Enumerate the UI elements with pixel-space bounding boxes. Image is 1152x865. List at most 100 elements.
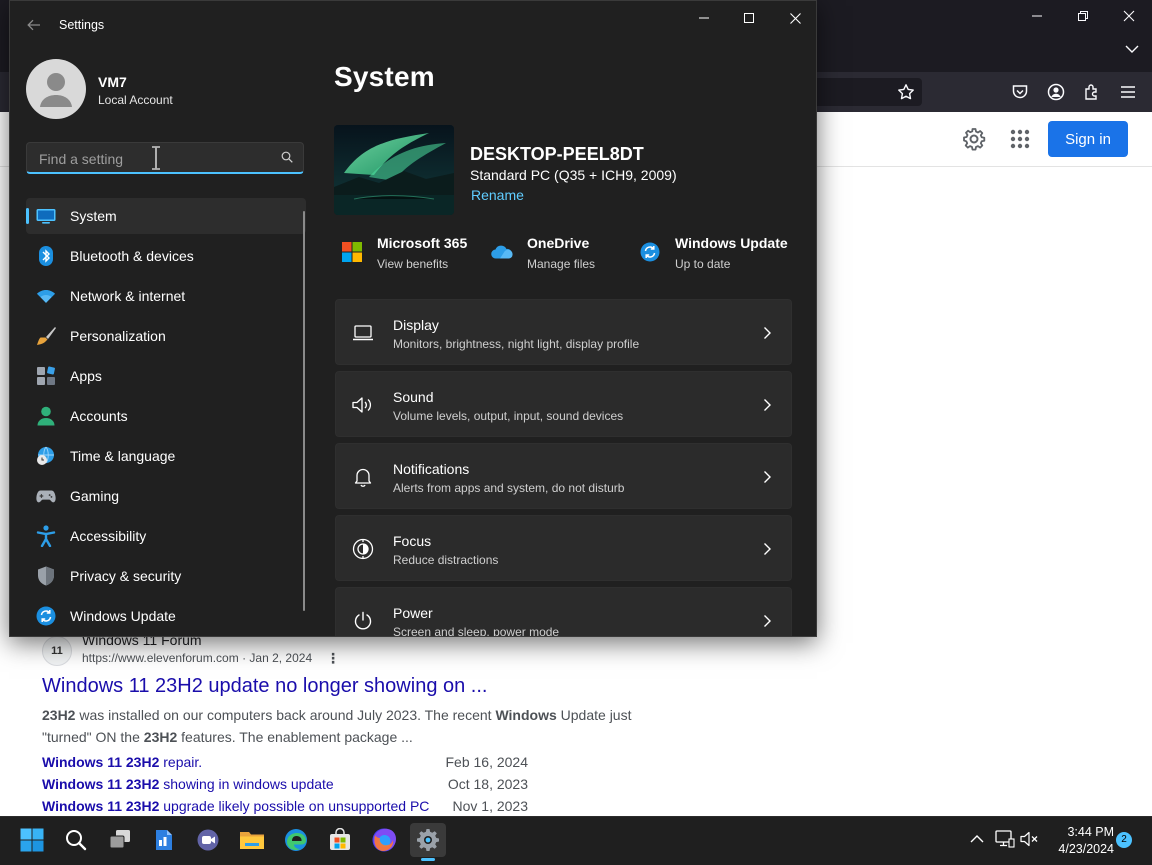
card-subtitle: Monitors, brightness, night light, displ… xyxy=(393,337,640,351)
card-title: Notifications xyxy=(393,461,470,477)
card-subtitle: Screen and sleep, power mode xyxy=(393,625,560,637)
snippet-text: features. The enablement package ... xyxy=(177,729,413,745)
tab-list-chevron-icon[interactable] xyxy=(1121,38,1143,60)
widgets-icon[interactable] xyxy=(146,823,182,857)
settings-gear-icon[interactable] xyxy=(961,126,987,152)
sidebar-item-accounts[interactable]: Accounts xyxy=(26,398,306,434)
notification-badge[interactable]: 2 xyxy=(1116,832,1132,848)
sidebar-nav: System Bluetooth & devices Network & int… xyxy=(26,198,306,636)
result-sublink-row[interactable]: Windows 11 23H2 showing in windows updat… xyxy=(42,776,532,792)
sidebar-item-windows-update[interactable]: Windows Update xyxy=(26,598,306,634)
account-type: Local Account xyxy=(98,93,173,107)
result-more-icon[interactable]: ⋮ xyxy=(326,650,340,667)
sidebar-item-label: Time & language xyxy=(70,448,176,464)
account-icon[interactable] xyxy=(1045,81,1067,103)
card-title: Sound xyxy=(393,389,434,405)
sidebar-scrollbar[interactable] xyxy=(303,211,305,611)
extensions-icon[interactable] xyxy=(1081,81,1103,103)
settings-card-display[interactable]: Display Monitors, brightness, night ligh… xyxy=(335,299,792,365)
device-name: DESKTOP-PEEL8DT xyxy=(470,144,644,164)
browser-restore-button[interactable] xyxy=(1072,5,1094,27)
start-button[interactable] xyxy=(14,823,50,857)
bell-icon xyxy=(352,466,374,488)
result-title-link[interactable]: Windows 11 23H2 update no longer showing… xyxy=(42,675,487,698)
settings-card-notifications[interactable]: Notifications Alerts from apps and syste… xyxy=(335,443,792,509)
edge-browser-icon[interactable] xyxy=(278,823,314,857)
settings-card-power[interactable]: Power Screen and sleep, power mode xyxy=(335,587,792,637)
chevron-right-icon xyxy=(761,614,773,628)
sidebar-item-time-language[interactable]: Time & language xyxy=(26,438,306,474)
card-title: Power xyxy=(393,605,433,621)
bluetooth-icon xyxy=(36,246,56,266)
task-view-icon[interactable] xyxy=(102,823,138,857)
rename-link[interactable]: Rename xyxy=(471,187,524,203)
result-date: Jan 2, 2024 xyxy=(249,651,313,665)
sidebar-item-personalization[interactable]: Personalization xyxy=(26,318,306,354)
result-snippet: 23H2 was installed on our computers back… xyxy=(42,704,662,748)
power-icon xyxy=(352,610,374,632)
sidebar-item-label: Gaming xyxy=(70,488,120,504)
card-title: Display xyxy=(393,317,439,333)
result-sublink-row[interactable]: Windows 11 23H2 repair. Feb 16, 2024 xyxy=(42,754,532,770)
maximize-button[interactable] xyxy=(729,7,769,29)
page-title: System xyxy=(334,61,435,92)
sidebar-item-network[interactable]: Network & internet xyxy=(26,278,306,314)
close-button[interactable] xyxy=(775,7,815,29)
settings-card-sound[interactable]: Sound Volume levels, output, input, soun… xyxy=(335,371,792,437)
browser-close-button[interactable] xyxy=(1118,5,1140,27)
microsoft-store-icon[interactable] xyxy=(322,823,358,857)
pocket-icon[interactable] xyxy=(1009,81,1031,103)
find-setting-search[interactable] xyxy=(26,142,304,174)
speaker-muted-icon[interactable] xyxy=(1020,829,1040,849)
result-url[interactable]: https://www.elevenforum.com · Jan 2, 202… xyxy=(82,651,312,665)
sublink-bold: Windows 11 23H2 xyxy=(42,798,160,814)
avatar[interactable] xyxy=(26,59,86,119)
quick-link-title: OneDrive xyxy=(527,235,590,251)
quick-link-microsoft-365[interactable]: Microsoft 365 View benefits xyxy=(341,233,481,277)
back-arrow-icon[interactable] xyxy=(24,15,44,35)
result-url-text: https://www.elevenforum.com xyxy=(82,651,239,665)
show-hidden-icons-chevron-icon[interactable] xyxy=(967,829,987,849)
sidebar-item-gaming[interactable]: Gaming xyxy=(26,478,306,514)
quick-link-subtitle: Manage files xyxy=(527,257,596,271)
sidebar-item-accessibility[interactable]: Accessibility xyxy=(26,518,306,554)
settings-app-icon[interactable] xyxy=(410,823,446,857)
browser-minimize-button[interactable] xyxy=(1026,5,1048,27)
sidebar-item-system[interactable]: System xyxy=(26,198,306,234)
snippet-bold: 23H2 xyxy=(42,707,76,723)
device-wallpaper-thumbnail[interactable] xyxy=(334,125,454,215)
search-icon xyxy=(281,151,293,163)
speaker-icon xyxy=(352,394,374,416)
sidebar-item-privacy-security[interactable]: Privacy & security xyxy=(26,558,306,594)
sign-in-button[interactable]: Sign in xyxy=(1048,121,1128,157)
onedrive-icon xyxy=(491,241,513,263)
teams-chat-icon[interactable] xyxy=(190,823,226,857)
sublink-text: repair. xyxy=(159,754,203,770)
sublink-text: showing in windows update xyxy=(159,776,334,792)
taskbar-clock[interactable]: 3:44 PM 4/23/2024 xyxy=(1044,824,1114,858)
snippet-text: was installed on our computers back arou… xyxy=(75,707,496,723)
bookmark-star-icon[interactable] xyxy=(895,81,917,103)
settings-card-focus[interactable]: Focus Reduce distractions xyxy=(335,515,792,581)
menu-icon[interactable] xyxy=(1117,81,1139,103)
firefox-icon[interactable] xyxy=(366,823,402,857)
quick-link-title: Windows Update xyxy=(675,235,788,251)
shield-icon xyxy=(36,566,56,586)
sidebar-item-label: Apps xyxy=(70,368,102,384)
person-icon xyxy=(36,406,56,426)
sublink-date: Feb 16, 2024 xyxy=(445,754,528,770)
search-icon[interactable] xyxy=(58,823,94,857)
quick-link-title: Microsoft 365 xyxy=(377,235,468,251)
sidebar-item-apps[interactable]: Apps xyxy=(26,358,306,394)
minimize-button[interactable] xyxy=(684,7,724,29)
quick-link-windows-update[interactable]: Windows Update Up to date xyxy=(639,233,799,277)
network-display-icon[interactable] xyxy=(995,829,1015,849)
apps-grid-icon[interactable] xyxy=(1007,126,1033,152)
quick-link-onedrive[interactable]: OneDrive Manage files xyxy=(491,233,621,277)
result-sublink-row[interactable]: Windows 11 23H2 upgrade likely possible … xyxy=(42,798,532,814)
file-explorer-icon[interactable] xyxy=(234,823,270,857)
quick-link-subtitle: View benefits xyxy=(377,257,449,271)
sidebar-item-label: Windows Update xyxy=(70,608,176,624)
sidebar-item-bluetooth[interactable]: Bluetooth & devices xyxy=(26,238,306,274)
snippet-bold: 23H2 xyxy=(143,729,178,745)
